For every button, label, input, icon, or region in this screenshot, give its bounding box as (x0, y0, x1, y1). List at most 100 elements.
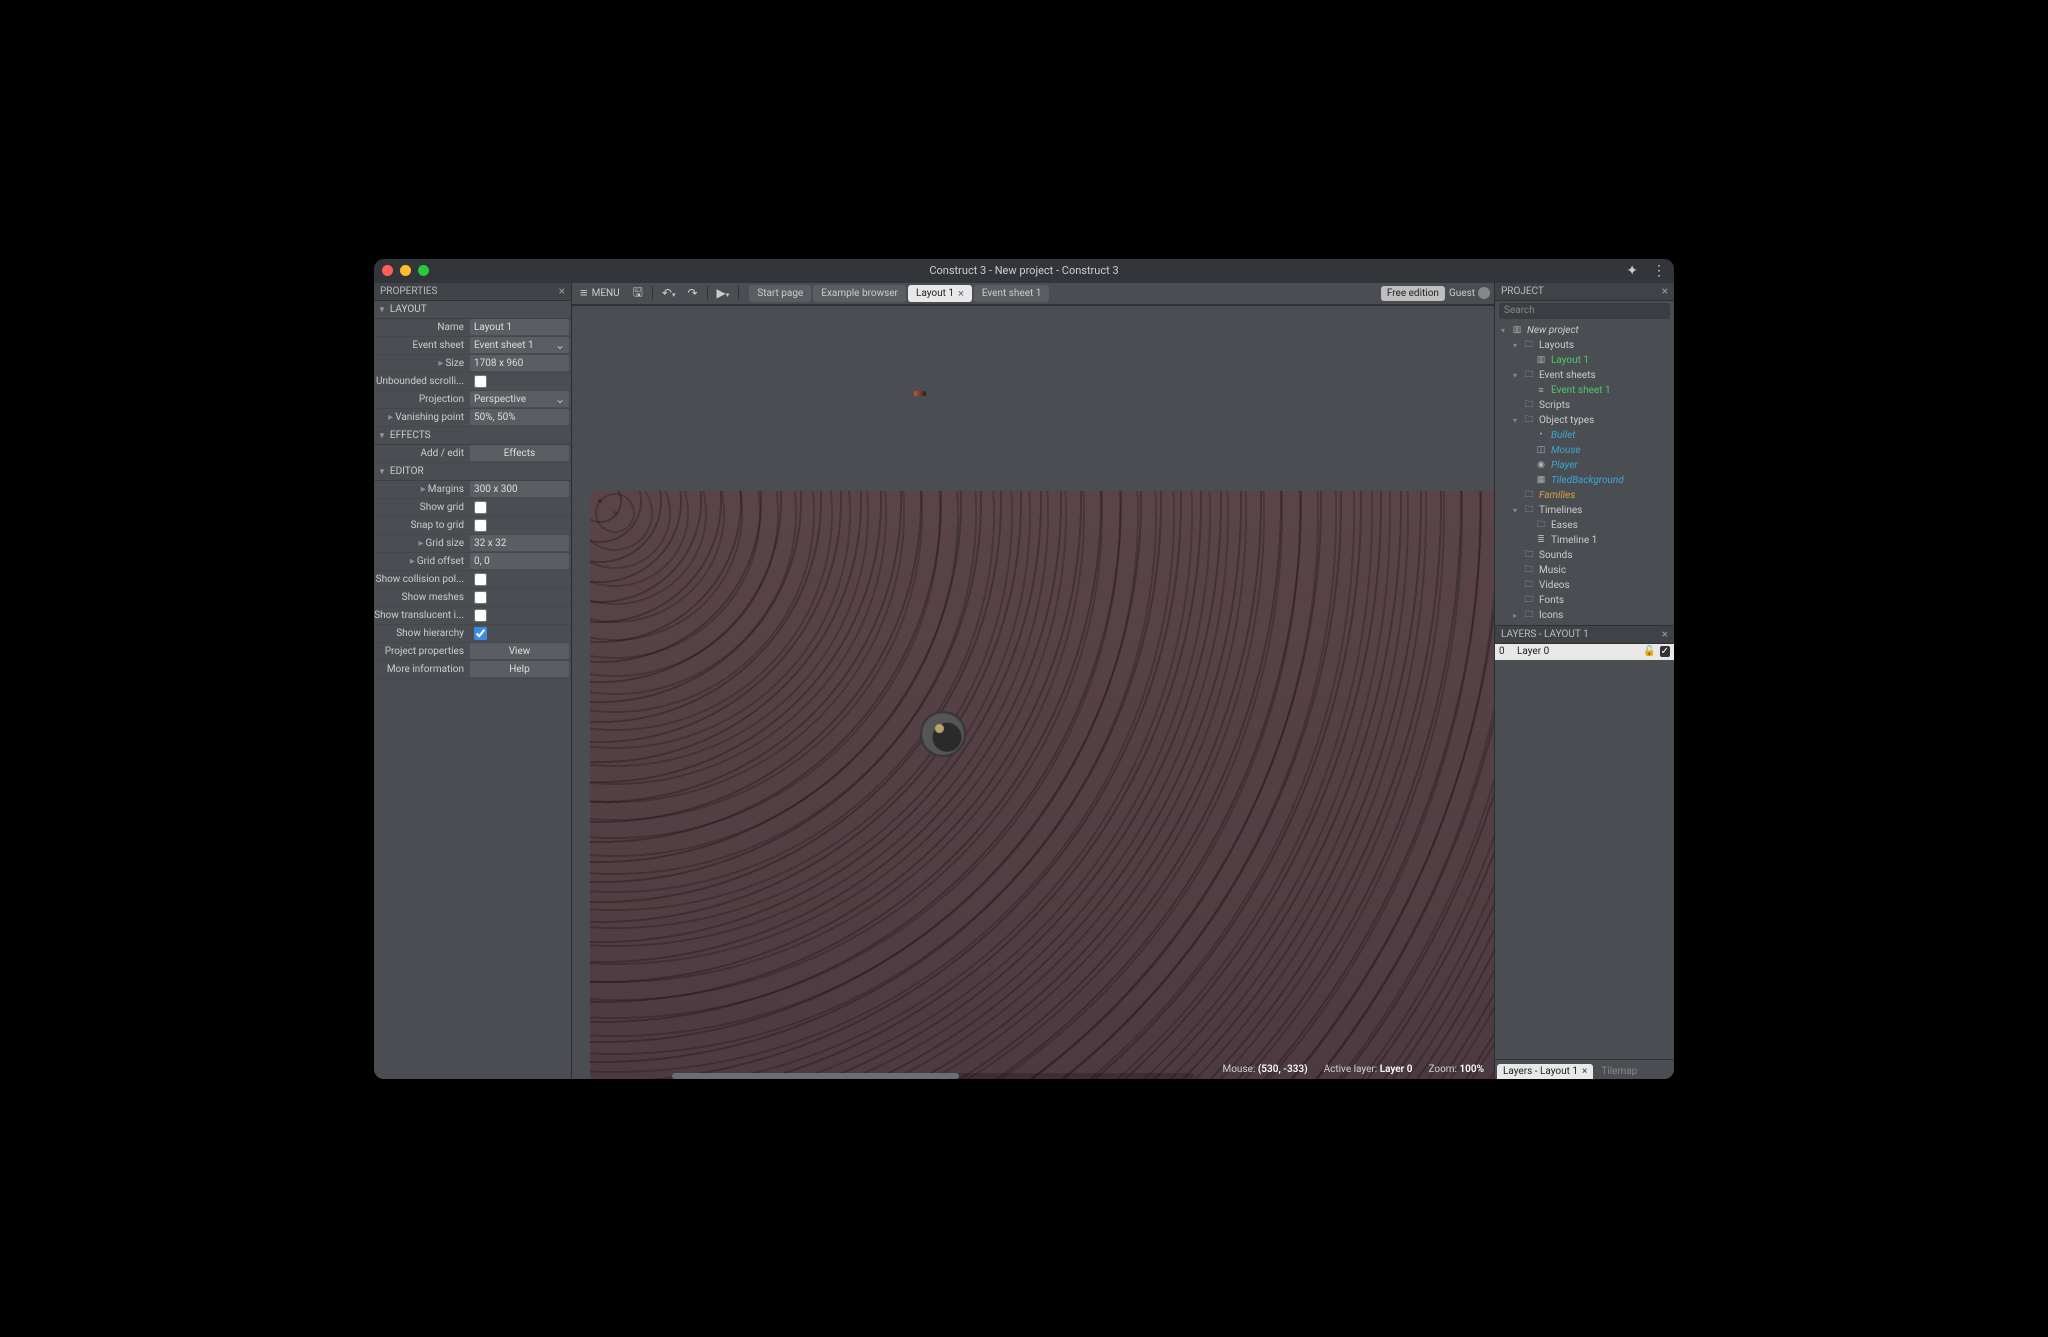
properties-close-icon[interactable]: × (559, 284, 565, 298)
tree-node[interactable]: 🗀Music (1495, 563, 1674, 578)
prop-meshes-checkbox[interactable] (470, 589, 569, 605)
horizontal-scrollbar[interactable] (672, 1073, 1194, 1079)
undo-icon[interactable]: ↶▾ (659, 286, 679, 300)
expand-icon[interactable]: ▸ (1511, 611, 1519, 620)
layers-close-icon[interactable]: × (1662, 627, 1668, 641)
tab-layers[interactable]: Layers - Layout 1× (1497, 1064, 1593, 1079)
window-close[interactable] (382, 265, 393, 276)
prop-name-label: Name (374, 322, 470, 333)
tree-node[interactable]: ≣Timeline 1 (1495, 533, 1674, 548)
tree-node[interactable]: ▾🗀Timelines (1495, 503, 1674, 518)
prop-moreinfo-label: More information (374, 664, 470, 675)
menu-button[interactable]: MENU (576, 283, 624, 303)
node-label: Mouse (1551, 445, 1581, 456)
prop-collision-checkbox[interactable] (470, 571, 569, 587)
prop-snap-checkbox[interactable] (470, 517, 569, 533)
tree-node[interactable]: ▸🗀Icons (1495, 608, 1674, 623)
node-label: Player (1551, 460, 1578, 471)
tree-node[interactable]: 🗀Sounds (1495, 548, 1674, 563)
play-icon[interactable]: ▶▾ (714, 286, 733, 300)
project-panel-header: PROJECT × (1495, 283, 1674, 301)
tree-node[interactable]: ▾🗀Event sheets (1495, 368, 1674, 383)
window-minimize[interactable] (400, 265, 411, 276)
node-label: Videos (1539, 580, 1570, 591)
node-label: Eases (1551, 520, 1578, 531)
tree-node[interactable]: ▾▥New project (1495, 323, 1674, 338)
prop-translucent-checkbox[interactable] (470, 607, 569, 623)
tab-start-page[interactable]: Start page (749, 285, 811, 302)
tree-node[interactable]: ▾🗀Object types (1495, 413, 1674, 428)
prop-eventsheet-select[interactable]: Event sheet 1 (470, 337, 569, 353)
tab-layers-close-icon[interactable]: × (1582, 1066, 1587, 1077)
layout-canvas[interactable]: Mouse: (530, -333) Active layer: Layer 0… (572, 305, 1494, 1079)
tree-node[interactable]: ◫ Mouse (1495, 443, 1674, 458)
layers-panel-header: LAYERS - LAYOUT 1 × (1495, 626, 1674, 644)
tree-node[interactable]: ▦TiledBackground (1495, 473, 1674, 488)
tree-node[interactable]: ◉ Player (1495, 458, 1674, 473)
tab-tilemap[interactable]: Tilemap (1595, 1064, 1643, 1079)
tree-node[interactable]: 🗀Eases (1495, 518, 1674, 533)
expand-icon[interactable]: ▾ (1511, 506, 1519, 515)
node-icon: ◉ (1535, 460, 1547, 470)
prop-projection-select[interactable]: Perspective (470, 391, 569, 407)
section-effects[interactable]: EFFECTS (374, 427, 571, 445)
prop-gridoffset-input[interactable]: 0, 0 (470, 553, 569, 569)
window-zoom[interactable] (418, 265, 429, 276)
tab-example-browser[interactable]: Example browser (813, 285, 906, 302)
tree-node[interactable]: ▾🗀Layouts (1495, 338, 1674, 353)
node-label: Sounds (1539, 550, 1572, 561)
prop-gridsize-input[interactable]: 32 x 32 (470, 535, 569, 551)
prop-margins-input[interactable]: 300 x 300 (470, 481, 569, 497)
guest-account[interactable]: Guest (1449, 287, 1490, 299)
prop-vanishing-input[interactable]: 50%, 50% (470, 409, 569, 425)
prop-unbounded-checkbox[interactable] (470, 373, 569, 389)
save-icon[interactable]: 🖫 (630, 283, 646, 304)
unlock-icon[interactable]: 🔓 (1643, 646, 1655, 657)
node-label: New project (1527, 325, 1579, 336)
tab-layout1[interactable]: Layout 1× (908, 285, 972, 302)
node-icon: ◫ (1535, 445, 1547, 455)
expand-icon[interactable]: ▾ (1499, 326, 1507, 335)
extensions-icon[interactable]: ✦ (1626, 263, 1638, 279)
prop-name-input[interactable]: Layout 1 (470, 319, 569, 335)
overflow-menu-icon[interactable]: ⋮ (1652, 263, 1666, 279)
node-icon: 🗀 (1523, 397, 1535, 413)
help-button[interactable]: Help (470, 661, 569, 677)
canvas-statusbar: Mouse: (530, -333) Active layer: Layer 0… (1223, 1064, 1485, 1075)
player-sprite[interactable] (916, 706, 971, 761)
expand-icon[interactable]: ▾ (1511, 371, 1519, 380)
tab-event-sheet1[interactable]: Event sheet 1 (974, 285, 1050, 302)
node-label: Timelines (1539, 505, 1582, 516)
tree-node[interactable]: 🗀Fonts (1495, 593, 1674, 608)
tiled-background-object[interactable] (590, 491, 1494, 1079)
tree-node[interactable]: ▥Layout 1 (1495, 353, 1674, 368)
free-edition-badge[interactable]: Free edition (1381, 286, 1445, 301)
tab-close-icon[interactable]: × (958, 287, 964, 300)
prop-hierarchy-checkbox[interactable] (470, 625, 569, 641)
view-project-props-button[interactable]: View (470, 643, 569, 659)
section-editor[interactable]: EDITOR (374, 463, 571, 481)
tree-node[interactable]: 🗀Families (1495, 488, 1674, 503)
effects-button[interactable]: Effects (470, 445, 569, 461)
window-title: Construct 3 - New project - Construct 3 (929, 264, 1118, 277)
section-layout[interactable]: LAYOUT (374, 301, 571, 319)
expand-icon[interactable]: ▾ (1511, 341, 1519, 350)
expand-icon[interactable]: ▾ (1511, 416, 1519, 425)
tree-node[interactable]: •Bullet (1495, 428, 1674, 443)
prop-showgrid-checkbox[interactable] (470, 499, 569, 515)
prop-unbounded-label: Unbounded scrolli... (374, 376, 470, 387)
layer-row[interactable]: 0 Layer 0 🔓 ✓ (1495, 644, 1674, 660)
project-close-icon[interactable]: × (1662, 284, 1668, 298)
redo-icon[interactable]: ↷ (684, 286, 700, 300)
project-tree[interactable]: ▾▥New project▾🗀Layouts ▥Layout 1▾🗀Event … (1495, 321, 1674, 626)
prop-meshes-label: Show meshes (374, 592, 470, 603)
project-search-input[interactable]: Search (1499, 303, 1670, 319)
visibility-checkbox[interactable]: ✓ (1660, 646, 1670, 657)
app-window: Construct 3 - New project - Construct 3 … (374, 259, 1674, 1079)
tree-node[interactable]: ≡Event sheet 1 (1495, 383, 1674, 398)
tree-node[interactable]: 🗀Scripts (1495, 398, 1674, 413)
bullet-sprite[interactable] (914, 391, 926, 396)
tree-node[interactable]: 🗀Videos (1495, 578, 1674, 593)
prop-size-input[interactable]: 1708 x 960 (470, 355, 569, 371)
prop-showgrid-label: Show grid (374, 502, 470, 513)
